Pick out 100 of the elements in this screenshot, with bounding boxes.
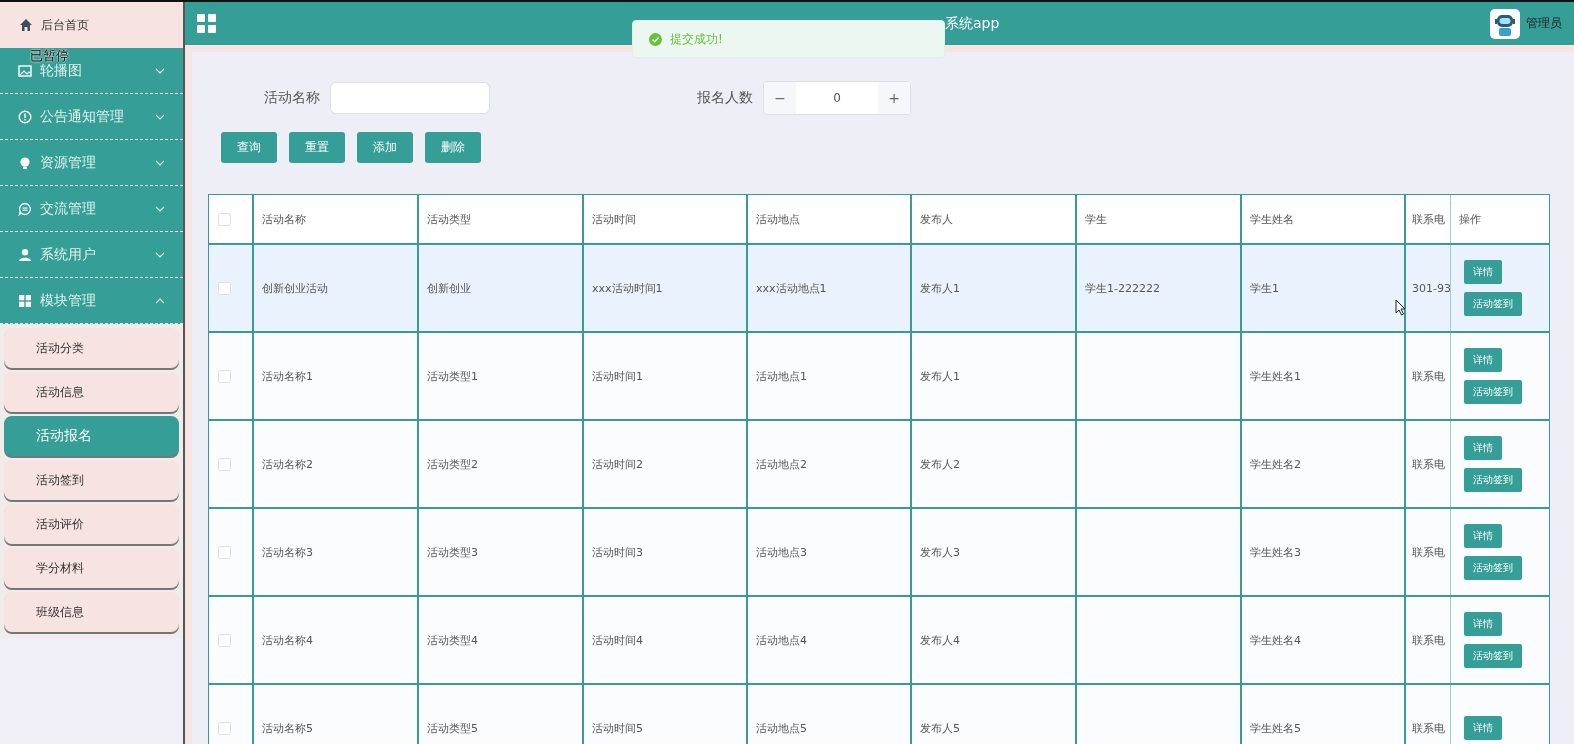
table-cell: 活动时间2 bbox=[592, 456, 643, 472]
table-cell: 学生姓名3 bbox=[1250, 544, 1301, 560]
table-cell: 活动时间5 bbox=[592, 720, 643, 736]
action-button[interactable]: 添加 bbox=[357, 132, 413, 163]
table-cell: 活动地点5 bbox=[756, 720, 807, 736]
table-cell: 活动类型4 bbox=[427, 632, 478, 648]
table-cell: 联系电 bbox=[1412, 632, 1445, 648]
chat-icon bbox=[18, 201, 32, 216]
table-row[interactable]: 活动名称4 活动类型4 活动时间4 活动地点4 发布人4 学生姓名4 联系电 详情 活动签到 bbox=[209, 595, 1549, 683]
table-cell: 活动地点3 bbox=[756, 544, 807, 560]
submenu-item[interactable]: 活动信息 bbox=[4, 372, 179, 412]
table-cell: 创新创业 bbox=[427, 280, 471, 296]
info-icon bbox=[18, 109, 32, 124]
row-action-button[interactable]: 详情 bbox=[1464, 436, 1502, 460]
row-action-button[interactable]: 活动签到 bbox=[1464, 644, 1522, 668]
checkbox[interactable] bbox=[218, 457, 231, 471]
table-cell: 活动名称2 bbox=[262, 456, 313, 472]
column-header: 联系电 bbox=[1412, 211, 1445, 227]
table-cell: 活动名称4 bbox=[262, 632, 313, 648]
increment-button[interactable]: + bbox=[878, 82, 910, 114]
chevron-icon bbox=[155, 159, 165, 166]
table-cell: 学生姓名2 bbox=[1250, 456, 1301, 472]
submenu-item[interactable]: 活动报名 bbox=[4, 416, 179, 456]
column-header: 活动地点 bbox=[756, 211, 800, 227]
table-cell: 活动地点2 bbox=[756, 456, 807, 472]
action-button[interactable]: 查询 bbox=[221, 132, 277, 163]
checkbox[interactable] bbox=[218, 212, 231, 226]
checkbox[interactable] bbox=[218, 721, 231, 735]
table-row[interactable]: 活动名称1 活动类型1 活动时间1 活动地点1 发布人1 学生姓名1 联系电 详情 活动签到 bbox=[209, 331, 1549, 419]
chevron-icon bbox=[155, 205, 165, 212]
column-header: 发布人 bbox=[920, 211, 953, 227]
table-cell: 活动时间4 bbox=[592, 632, 643, 648]
action-button[interactable]: 重置 bbox=[289, 132, 345, 163]
submenu-item[interactable]: 活动评价 bbox=[4, 504, 179, 544]
row-action-button[interactable]: 详情 bbox=[1464, 260, 1502, 284]
menu-item[interactable]: 交流管理 bbox=[0, 186, 183, 232]
home-icon bbox=[19, 18, 33, 32]
checkbox[interactable] bbox=[218, 369, 231, 383]
action-button[interactable]: 删除 bbox=[425, 132, 481, 163]
row-action-button[interactable]: 活动签到 bbox=[1464, 556, 1522, 580]
table-cell: 活动名称3 bbox=[262, 544, 313, 560]
row-action-button[interactable]: 详情 bbox=[1464, 524, 1502, 548]
menu-item[interactable]: 资源管理 bbox=[0, 140, 183, 186]
table-row[interactable]: 活动名称3 活动类型3 活动时间3 活动地点3 发布人3 学生姓名3 联系电 详情 活动签到 bbox=[209, 507, 1549, 595]
table-cell: 发布人1 bbox=[920, 280, 960, 296]
chevron-icon bbox=[155, 67, 165, 74]
table-cell: 学生1-222222 bbox=[1085, 280, 1160, 296]
submenu-item[interactable]: 学分材料 bbox=[4, 548, 179, 588]
table-cell: 活动地点1 bbox=[756, 368, 807, 384]
table-cell: 发布人2 bbox=[920, 456, 960, 472]
chevron-icon bbox=[155, 297, 165, 304]
row-action-button[interactable]: 活动签到 bbox=[1464, 468, 1522, 492]
row-action-button[interactable]: 详情 bbox=[1464, 716, 1502, 740]
table-cell: 创新创业活动 bbox=[262, 280, 328, 296]
column-header: 操作 bbox=[1459, 211, 1481, 227]
table-row[interactable]: 活动名称2 活动类型2 活动时间2 活动地点2 发布人2 学生姓名2 联系电 详情 活动签到 bbox=[209, 419, 1549, 507]
table-cell: 活动名称1 bbox=[262, 368, 313, 384]
column-header: 学生姓名 bbox=[1250, 211, 1294, 227]
checkbox[interactable] bbox=[218, 281, 231, 295]
column-header: 活动类型 bbox=[427, 211, 471, 227]
table-row[interactable]: 活动名称5 活动类型5 活动时间5 活动地点5 发布人5 学生姓名5 联系电 详情 bbox=[209, 683, 1549, 744]
checkbox[interactable] bbox=[218, 545, 231, 559]
table-cell: 学生姓名1 bbox=[1250, 368, 1301, 384]
user-icon bbox=[18, 247, 32, 262]
table-row[interactable]: 创新创业活动 创新创业 xxx活动时间1 xxx活动地点1 发布人1 学生1-222222 学生1 301-93 详情 活动签到 bbox=[209, 243, 1549, 331]
table-cell: 活动时间1 bbox=[592, 368, 643, 384]
paused-label: 已暂停 bbox=[30, 49, 69, 63]
row-action-button[interactable]: 详情 bbox=[1464, 348, 1502, 372]
checkbox[interactable] bbox=[218, 633, 231, 647]
name-input-field[interactable] bbox=[330, 82, 490, 114]
table-cell: 联系电 bbox=[1412, 544, 1445, 560]
table-cell: 活动时间3 bbox=[592, 544, 643, 560]
decrement-button[interactable]: − bbox=[764, 82, 796, 114]
row-action-button[interactable]: 活动签到 bbox=[1464, 380, 1522, 404]
table-cell: 301-93 bbox=[1412, 281, 1450, 295]
toast-message: 提交成功! bbox=[670, 30, 723, 48]
app-title: 系统app bbox=[945, 14, 1000, 33]
table-cell: 发布人1 bbox=[920, 368, 960, 384]
menu-item[interactable]: 公告通知管理 bbox=[0, 94, 183, 140]
field-label: 活动名称 bbox=[264, 89, 320, 107]
table-cell: 联系电 bbox=[1412, 368, 1445, 384]
robot-avatar-icon[interactable] bbox=[1490, 8, 1520, 39]
submenu-item[interactable]: 活动签到 bbox=[4, 460, 179, 500]
number-input-field[interactable]: − 0 + bbox=[763, 81, 911, 115]
submenu-item[interactable]: 活动分类 bbox=[4, 328, 179, 368]
check-circle-icon bbox=[649, 32, 662, 46]
grid-icon bbox=[18, 293, 32, 308]
user-name: 管理员 bbox=[1526, 15, 1562, 32]
row-action-button[interactable]: 详情 bbox=[1464, 612, 1502, 636]
table-cell: 学生姓名4 bbox=[1250, 632, 1301, 648]
chevron-icon bbox=[155, 113, 165, 120]
table-cell: 发布人5 bbox=[920, 720, 960, 736]
home-menu-item[interactable]: 后台首页 bbox=[0, 2, 183, 48]
table-cell: 发布人3 bbox=[920, 544, 960, 560]
row-action-button[interactable]: 活动签到 bbox=[1464, 292, 1522, 316]
menu-icon[interactable] bbox=[197, 14, 216, 33]
menu-item[interactable]: 系统用户 bbox=[0, 232, 183, 278]
table-cell: 活动类型2 bbox=[427, 456, 478, 472]
menu-item[interactable]: 模块管理 bbox=[0, 278, 183, 324]
submenu-item[interactable]: 班级信息 bbox=[4, 592, 179, 632]
